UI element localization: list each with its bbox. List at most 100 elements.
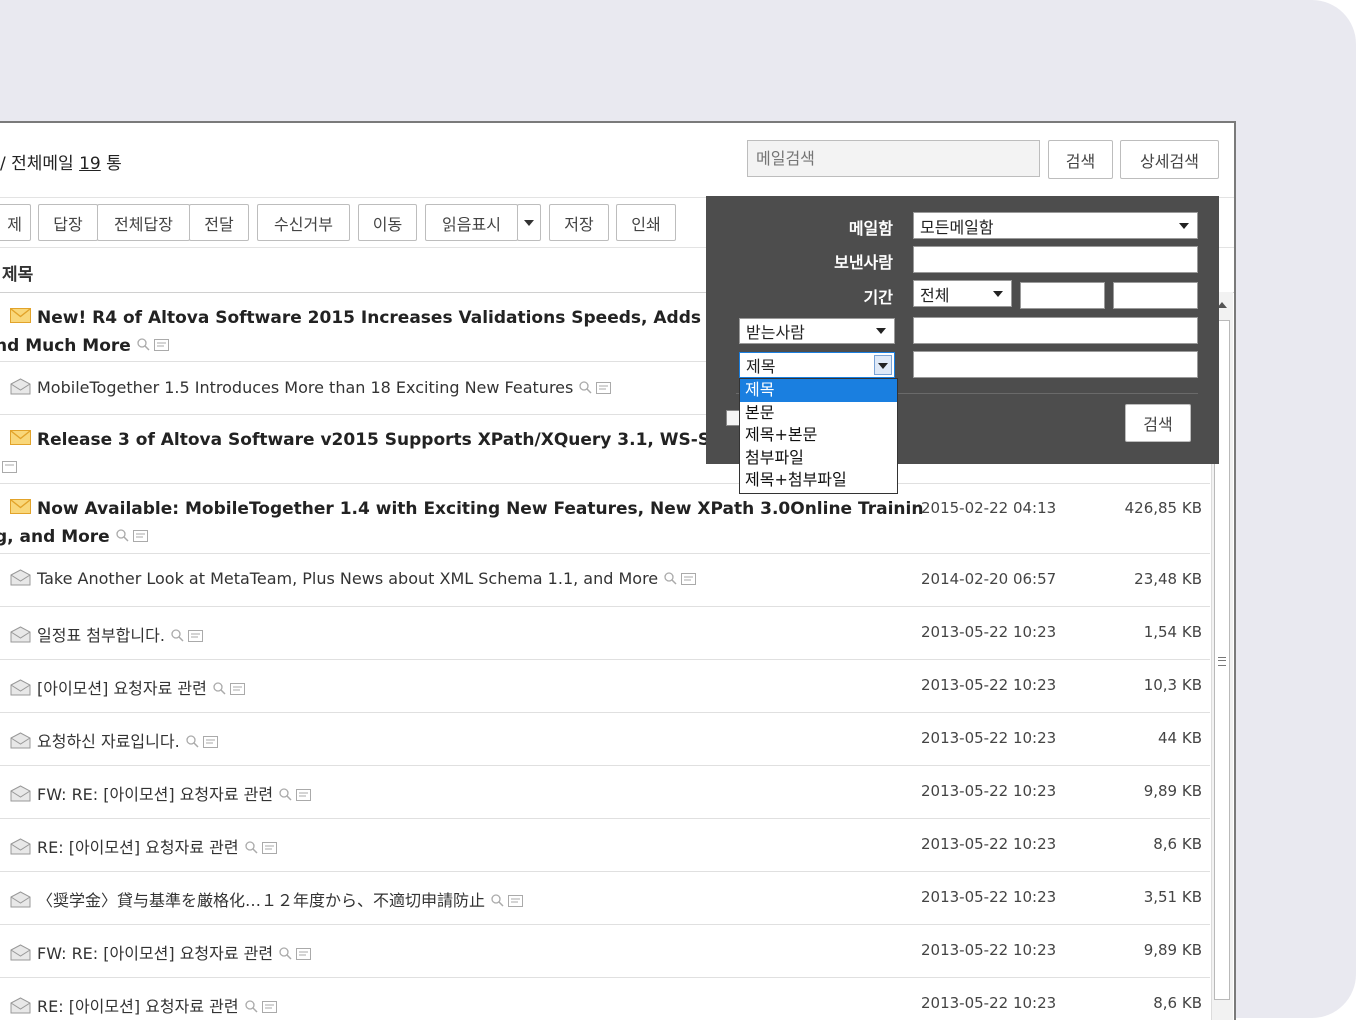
block-button[interactable]: 수신거부 <box>257 204 350 241</box>
preview-search-icon[interactable] <box>279 786 292 805</box>
mail-subject[interactable]: Release 3 of Altova Software v2015 Suppo… <box>2 426 722 482</box>
advanced-search-button[interactable]: 상세검색 <box>1120 140 1219 179</box>
breadcrumb: / 전체메일 <box>0 154 74 174</box>
move-button[interactable]: 이동 <box>358 204 417 241</box>
new-window-icon[interactable] <box>153 332 169 360</box>
mark-read-dropdown[interactable] <box>517 204 541 241</box>
option-checkbox[interactable] <box>726 410 740 426</box>
mail-subject-text[interactable]: 요청하신 자료입니다. <box>37 732 180 751</box>
preview-search-icon[interactable] <box>137 332 150 360</box>
reply-all-button[interactable]: 전체답장 <box>97 204 190 241</box>
search-field-option[interactable]: 본문 <box>740 402 897 425</box>
new-window-icon[interactable] <box>261 998 277 1017</box>
save-button[interactable]: 저장 <box>549 204 609 241</box>
new-window-icon[interactable] <box>2 454 17 482</box>
recipient-input[interactable] <box>913 317 1198 344</box>
mail-subject[interactable]: 〈奨学金〉貸与基準を厳格化…１２年度から、不適切申請防止 <box>10 887 524 912</box>
search-field-select[interactable]: 제목 <box>739 352 895 378</box>
mail-subject[interactable]: FW: RE: [아이모션] 요청자료 관련 <box>10 781 312 806</box>
mail-subject[interactable]: 요청하신 자료입니다. <box>10 728 218 753</box>
preview-search-icon[interactable] <box>244 998 258 1017</box>
mail-row[interactable]: 요청하신 자료입니다. 2013-05-22 10:23 44 KB <box>0 712 1210 766</box>
period-start-input[interactable] <box>1020 282 1105 309</box>
mail-count-number[interactable]: 19 <box>79 154 101 174</box>
mail-date: 2013-05-22 10:23 <box>921 782 1057 800</box>
mail-row[interactable]: 〈奨学金〉貸与基準を厳格化…１２年度から、不適切申請防止 2013-05-22 1… <box>0 871 1210 925</box>
new-window-icon[interactable] <box>508 892 524 911</box>
preview-search-icon[interactable] <box>279 945 292 964</box>
new-window-icon[interactable] <box>261 839 277 858</box>
preview-search-icon[interactable] <box>491 892 504 911</box>
keyword-input[interactable] <box>913 351 1198 378</box>
mail-search-input[interactable] <box>747 140 1040 177</box>
mail-row[interactable]: [아이모션] 요청자료 관련 2013-05-22 10:23 10,3 KB <box>0 659 1210 713</box>
mail-subject-text[interactable]: 일정표 첨부합니다. <box>37 626 165 645</box>
mail-subject[interactable]: 일정표 첨부합니다. <box>10 622 203 647</box>
mail-subject-text[interactable]: FW: RE: [아이모션] 요청자료 관련 <box>37 944 273 963</box>
search-button[interactable]: 검색 <box>1048 140 1113 179</box>
mail-subject-text[interactable]: 〈奨学金〉貸与基準を厳格化…１２年度から、不適切申請防止 <box>37 891 485 910</box>
mailbox-select[interactable]: 모든메일함 <box>913 212 1198 239</box>
mail-row[interactable]: Take Another Look at MetaTeam, Plus News… <box>0 553 1210 607</box>
mail-subject-text[interactable]: FW: RE: [아이모션] 요청자료 관련 <box>37 785 273 804</box>
dropdown-arrow-button[interactable] <box>874 355 892 375</box>
new-window-icon[interactable] <box>681 570 697 589</box>
mail-subject-text[interactable]: [아이모션] 요청자료 관련 <box>37 679 207 698</box>
preview-search-icon[interactable] <box>244 839 258 858</box>
forward-button[interactable]: 전달 <box>189 204 249 241</box>
advanced-search-submit[interactable]: 검색 <box>1125 404 1191 442</box>
mark-read-button[interactable]: 읽음표시 <box>425 204 518 241</box>
mail-subject-text-continued[interactable]: nd Much More <box>0 336 131 356</box>
sender-input[interactable] <box>913 246 1198 273</box>
mail-row[interactable]: 일정표 첨부합니다. 2013-05-22 10:23 1,54 KB <box>0 606 1210 660</box>
preview-search-icon[interactable] <box>664 570 677 589</box>
mail-subject-text-continued[interactable]: g, and More <box>0 527 110 547</box>
mail-subject-text[interactable]: New! R4 of Altova Software 2015 Increase… <box>37 308 719 328</box>
mail-subject[interactable]: New! R4 of Altova Software 2015 Increase… <box>0 304 719 360</box>
preview-search-icon[interactable] <box>213 680 226 699</box>
period-end-input[interactable] <box>1113 282 1198 309</box>
subject-column-header[interactable]: 제목 <box>2 260 33 285</box>
search-field-option[interactable]: 제목 <box>740 379 897 402</box>
preview-search-icon[interactable] <box>116 523 129 551</box>
reply-button[interactable]: 답장 <box>38 204 98 241</box>
new-window-icon[interactable] <box>296 786 312 805</box>
mail-date: 2013-05-22 10:23 <box>921 835 1057 853</box>
mail-count: / 전체메일 19 통 <box>0 149 122 174</box>
delete-button[interactable]: 제 <box>0 204 31 241</box>
search-field-option[interactable]: 첨부파일 <box>740 447 897 470</box>
preview-search-icon[interactable] <box>186 733 199 752</box>
search-field-option[interactable]: 제목+본문 <box>740 424 897 447</box>
mail-row[interactable]: RE: [아이모션] 요청자료 관련 2013-05-22 10:23 8,6 KB <box>0 977 1210 1020</box>
mail-subject[interactable]: Take Another Look at MetaTeam, Plus News… <box>10 569 697 590</box>
mail-subject-text[interactable]: Release 3 of Altova Software v2015 Suppo… <box>37 430 722 450</box>
print-button[interactable]: 인쇄 <box>616 204 676 241</box>
mail-subject[interactable]: Now Available: MobileTogether 1.4 with E… <box>0 495 923 551</box>
mail-row[interactable]: Now Available: MobileTogether 1.4 with E… <box>0 483 1210 554</box>
new-window-icon[interactable] <box>187 627 203 646</box>
recipient-select[interactable]: 받는사람 <box>739 318 895 344</box>
search-field-option[interactable]: 제목+첨부파일 <box>740 469 897 492</box>
mail-subject[interactable]: RE: [아이모션] 요청자료 관련 <box>10 993 277 1018</box>
period-select[interactable]: 전체 <box>913 280 1012 307</box>
mail-subject-text[interactable]: Now Available: MobileTogether 1.4 with E… <box>37 499 923 519</box>
mail-row[interactable]: RE: [아이모션] 요청자료 관련 2013-05-22 10:23 8,6 KB <box>0 818 1210 872</box>
mail-row[interactable]: FW: RE: [아이모션] 요청자료 관련 2013-05-22 10:23 9,… <box>0 924 1210 978</box>
mail-subject[interactable]: MobileTogether 1.5 Introduces More than … <box>10 378 612 399</box>
new-window-icon[interactable] <box>229 680 245 699</box>
mail-subject-text[interactable]: RE: [아이모션] 요청자료 관련 <box>37 838 239 857</box>
preview-search-icon[interactable] <box>579 379 592 398</box>
read-envelope-icon <box>10 378 31 399</box>
mail-subject-text[interactable]: Take Another Look at MetaTeam, Plus News… <box>37 569 658 588</box>
mail-subject[interactable]: RE: [아이모션] 요청자료 관련 <box>10 834 277 859</box>
mail-subject[interactable]: [아이모션] 요청자료 관련 <box>10 675 245 700</box>
mail-row[interactable]: FW: RE: [아이모션] 요청자료 관련 2013-05-22 10:23 9,… <box>0 765 1210 819</box>
mail-subject-text[interactable]: MobileTogether 1.5 Introduces More than … <box>37 378 573 397</box>
mail-subject[interactable]: FW: RE: [아이모션] 요청자료 관련 <box>10 940 312 965</box>
new-window-icon[interactable] <box>296 945 312 964</box>
mail-subject-text[interactable]: RE: [아이모션] 요청자료 관련 <box>37 997 239 1016</box>
new-window-icon[interactable] <box>596 379 612 398</box>
new-window-icon[interactable] <box>202 733 218 752</box>
new-window-icon[interactable] <box>132 523 148 551</box>
preview-search-icon[interactable] <box>171 627 184 646</box>
